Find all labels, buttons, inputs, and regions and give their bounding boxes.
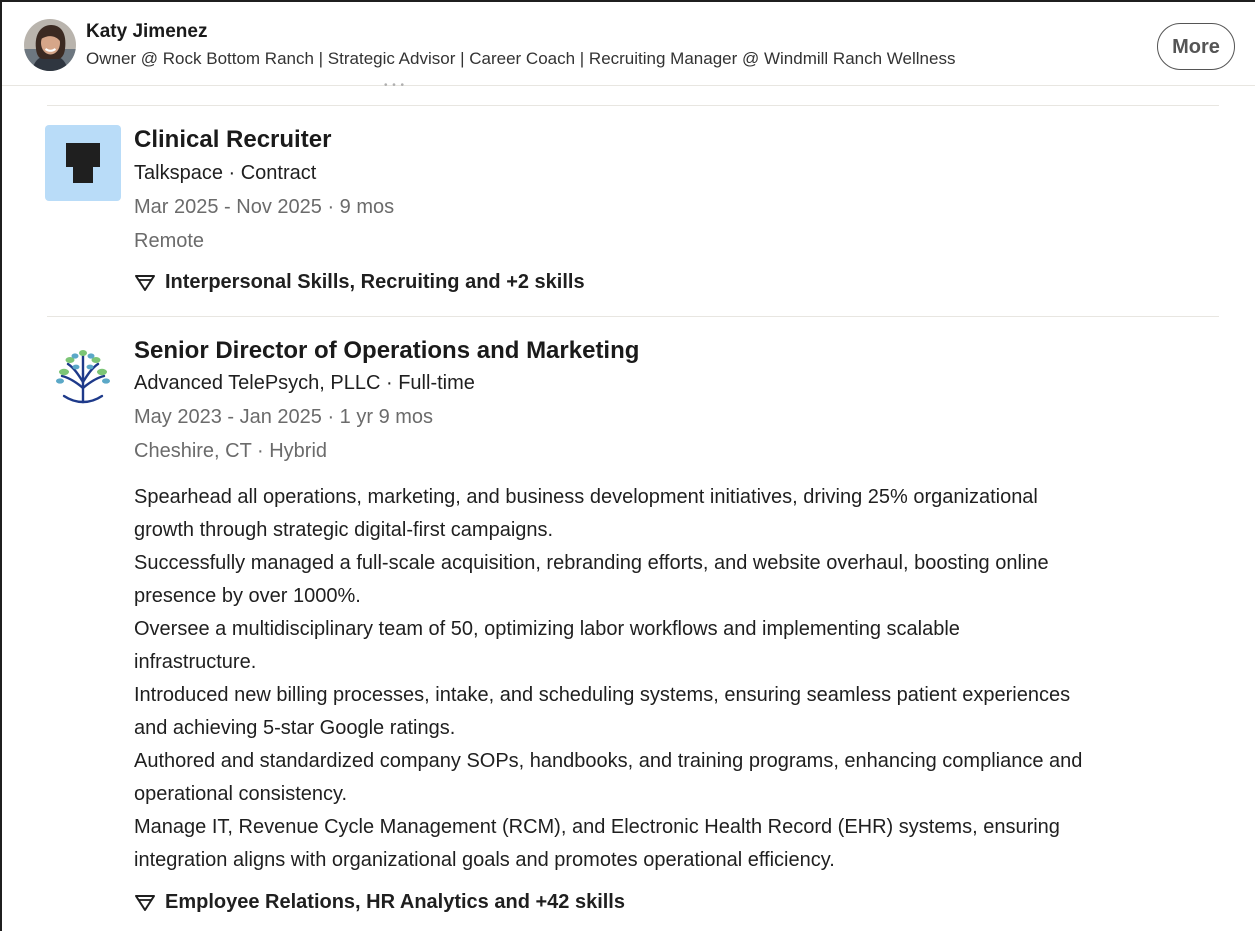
- section-divider: [47, 105, 1219, 106]
- experience-dates: Mar 2025 - Nov 2025 · 9 mos: [134, 196, 395, 218]
- experience-location: Cheshire, CT · Hybrid: [134, 440, 328, 462]
- experience-description: Spearhead all operations, marketing, and…: [134, 481, 1224, 877]
- experience-company: Advanced TelePsych, PLLC · Full-time: [134, 372, 475, 394]
- skills-label: Employee Relations, HR Analytics and +42…: [165, 891, 625, 913]
- experience-title[interactable]: Clinical Recruiter: [134, 126, 331, 154]
- description-line: Authored and standardized company SOPs, …: [134, 750, 1083, 772]
- more-button[interactable]: More: [1157, 23, 1235, 70]
- skills-diamond-icon: [135, 274, 155, 291]
- skills-diamond-icon: [135, 894, 155, 911]
- experience-skills-link[interactable]: Employee Relations, HR Analytics and +42…: [134, 891, 625, 914]
- experience-company: Talkspace · Contract: [134, 162, 317, 184]
- description-line: Introduced new billing processes, intake…: [134, 684, 1071, 706]
- description-line: integration aligns with organizational g…: [134, 849, 835, 871]
- tree-icon: [56, 350, 110, 404]
- profile-sticky-header: Katy Jimenez Owner @ Rock Bottom Ranch |…: [2, 2, 1255, 86]
- description-line: Manage IT, Revenue Cycle Management (RCM…: [134, 816, 1060, 838]
- description-line: Successfully managed a full-scale acquis…: [134, 552, 1049, 574]
- talkspace-logo[interactable]: [45, 125, 121, 201]
- description-line: Oversee a multidisciplinary team of 50, …: [134, 618, 960, 640]
- experience-title[interactable]: Senior Director of Operations and Market…: [134, 337, 639, 365]
- description-line: operational consistency.: [134, 783, 348, 805]
- description-line: Spearhead all operations, marketing, and…: [134, 486, 1038, 508]
- description-line: infrastructure.: [134, 651, 257, 673]
- description-line: presence by over 1000%.: [134, 585, 361, 607]
- profile-name: Katy Jimenez: [86, 21, 208, 42]
- experience-dates: May 2023 - Jan 2025 · 1 yr 9 mos: [134, 406, 434, 428]
- avatar-photo: [24, 19, 76, 71]
- skills-label: Interpersonal Skills, Recruiting and +2 …: [165, 271, 585, 293]
- experience-location: Remote: [134, 230, 205, 252]
- experience-skills-link[interactable]: Interpersonal Skills, Recruiting and +2 …: [134, 271, 585, 294]
- talkspace-mark-icon: [66, 143, 100, 183]
- advanced-telepsych-logo[interactable]: [50, 344, 116, 410]
- avatar[interactable]: [24, 19, 76, 71]
- section-divider: [47, 316, 1219, 317]
- description-line: and achieving 5-star Google ratings.: [134, 717, 456, 739]
- description-line: growth through strategic digital-first c…: [134, 519, 554, 541]
- profile-headline: Owner @ Rock Bottom Ranch | Strategic Ad…: [86, 49, 956, 68]
- scroll-hint: • • •: [384, 80, 406, 91]
